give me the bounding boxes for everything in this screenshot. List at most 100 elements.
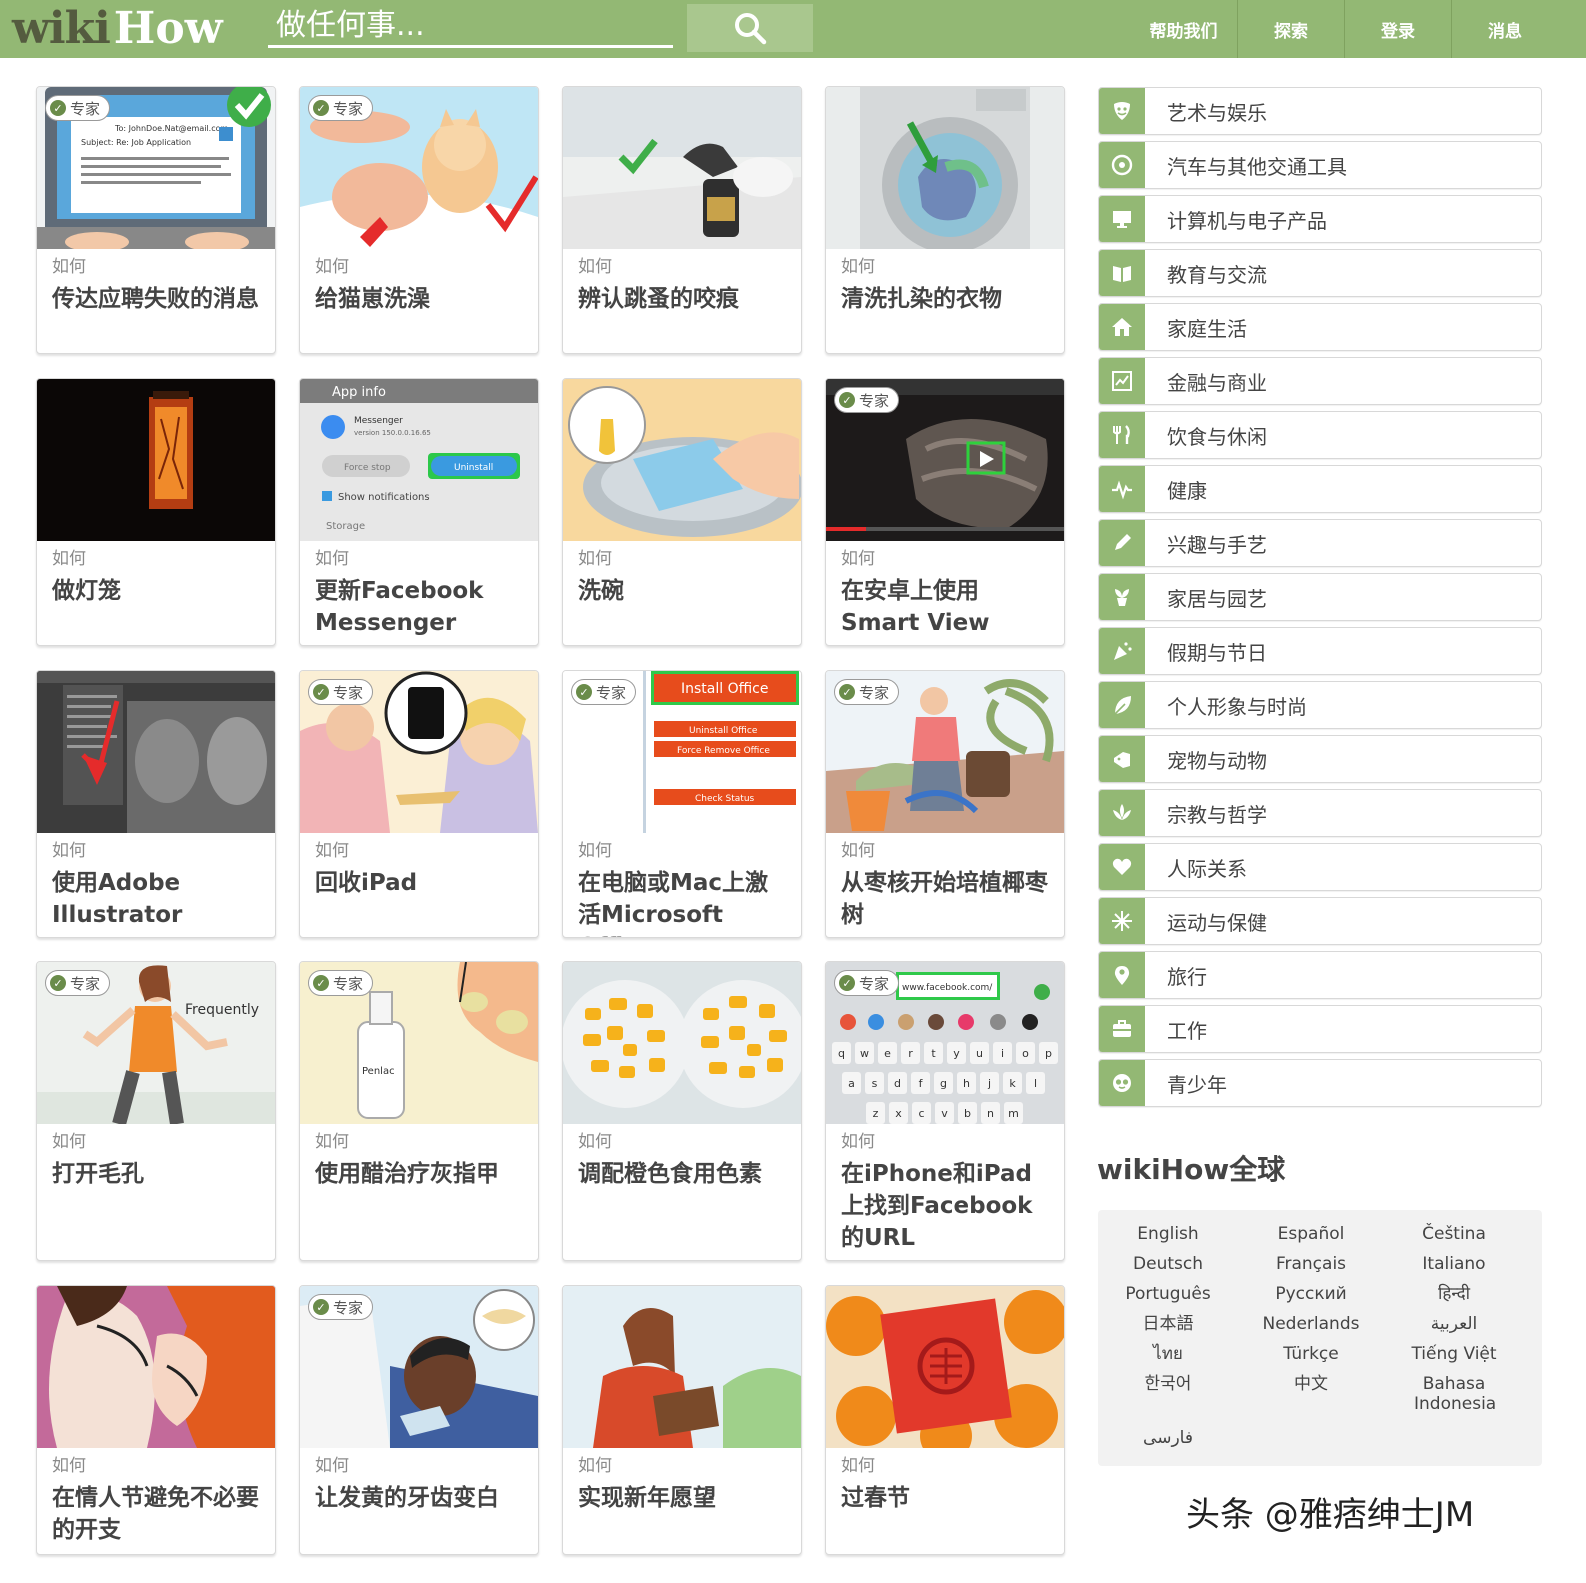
language-link[interactable]: فارسی (1098, 1428, 1238, 1448)
article-title[interactable]: 在情人节避免不必要的开支 (52, 1482, 263, 1546)
keyboard-key-label: k (1009, 1077, 1016, 1090)
category-item-vehicles[interactable]: 汽车与其他交通工具 (1098, 141, 1542, 189)
language-list: English Español Čeština Deutsch Français… (1098, 1210, 1542, 1466)
article-title[interactable]: 实现新年愿望 (578, 1482, 789, 1514)
nav-login[interactable]: 登录 (1344, 0, 1451, 58)
language-link[interactable]: ไทย (1098, 1344, 1238, 1364)
language-link[interactable]: English (1098, 1224, 1238, 1244)
article-card[interactable]: 如何 在情人节避免不必要的开支 (36, 1285, 276, 1555)
category-item-health[interactable]: 健康 (1098, 465, 1542, 513)
language-link[interactable]: Tiếng Việt (1384, 1344, 1524, 1364)
category-item-family[interactable]: 家庭生活 (1098, 303, 1542, 351)
wikihow-logo[interactable]: wiki How (12, 2, 223, 56)
language-link[interactable]: Nederlands (1241, 1314, 1381, 1334)
article-title[interactable]: 辨认跳蚤的咬痕 (578, 283, 789, 315)
article-card[interactable]: To: JohnDoe.Nat@email.com Subject: Re: J… (36, 86, 276, 354)
language-link[interactable]: Español (1241, 1224, 1381, 1244)
language-link[interactable]: العربية (1384, 1314, 1524, 1334)
article-card[interactable]: 如何 调配橙色食用色素 (562, 961, 802, 1261)
category-item-pets[interactable]: 宠物与动物 (1098, 735, 1542, 783)
nav-help-us[interactable]: 帮助我们 (1130, 0, 1237, 58)
category-item-education[interactable]: 教育与交流 (1098, 249, 1542, 297)
article-card[interactable]: App info Messenger version 150.0.0.16.65… (299, 378, 539, 646)
category-item-youth[interactable]: 青少年 (1098, 1059, 1542, 1107)
article-card[interactable]: 如何 洗碗 (562, 378, 802, 646)
frequently-text: Frequently (185, 1002, 259, 1018)
article-card[interactable]: 如何 实现新年愿望 (562, 1285, 802, 1555)
article-title[interactable]: 做灯笼 (52, 575, 263, 607)
chart-icon (1099, 358, 1145, 404)
article-title[interactable]: 在电脑或Mac上激活Microsoft Office (578, 867, 789, 937)
article-card[interactable]: 如何 使用Adobe Illustrator (36, 670, 276, 938)
article-title[interactable]: 更新Facebook Messenger (315, 575, 526, 639)
monitor-icon (1099, 196, 1145, 242)
expert-badge: ✓ 专家 (45, 95, 111, 121)
language-link[interactable]: Bahasa Indonesia (1414, 1374, 1496, 1414)
category-item-home-garden[interactable]: 家居与园艺 (1098, 573, 1542, 621)
category-label: 宠物与动物 (1167, 748, 1267, 773)
article-card[interactable]: ✓ 专家 如何 给猫崽洗澡 (299, 86, 539, 354)
article-title[interactable]: 调配橙色食用色素 (578, 1158, 789, 1190)
article-card[interactable]: Frequently ✓ 专家 如何 打开毛孔 (36, 961, 276, 1261)
category-item-arts[interactable]: 艺术与娱乐 (1098, 87, 1542, 135)
language-link[interactable]: 日本語 (1098, 1314, 1238, 1334)
search-button[interactable] (687, 4, 813, 52)
language-link[interactable]: हिन्दी (1384, 1284, 1524, 1304)
category-item-relationships[interactable]: 人际关系 (1098, 843, 1542, 891)
article-thumbnail: ✓ 专家 (300, 1286, 538, 1448)
keyboard-key-label: e (884, 1047, 891, 1060)
article-title[interactable]: 传达应聘失败的消息 (52, 283, 263, 315)
article-card[interactable]: Penlac ✓ 专家 如何 使用醋治疗灰指甲 (299, 961, 539, 1261)
article-card[interactable]: 如何 清洗扎染的衣物 (825, 86, 1065, 354)
nav-messages[interactable]: 消息 (1451, 0, 1558, 58)
article-thumbnail: ✓ 专家 (826, 379, 1064, 541)
article-title[interactable]: 洗碗 (578, 575, 789, 607)
language-link[interactable]: Русский (1241, 1284, 1381, 1304)
article-title[interactable]: 给猫崽洗澡 (315, 283, 526, 315)
article-card[interactable]: Install Office Uninstall Office Force Re… (562, 670, 802, 938)
article-thumbnail (826, 87, 1064, 249)
language-link[interactable]: Français (1241, 1254, 1381, 1274)
category-label: 艺术与娱乐 (1167, 100, 1267, 125)
keyboard-key-label: p (1045, 1047, 1052, 1060)
article-title[interactable]: 在安卓上使用Smart View (841, 575, 1052, 639)
category-item-religion[interactable]: 宗教与哲学 (1098, 789, 1542, 837)
article-card[interactable]: 如何 做灯笼 (36, 378, 276, 646)
article-title[interactable]: 让发黄的牙齿变白 (315, 1482, 526, 1514)
language-link[interactable]: 한국어 (1098, 1374, 1238, 1394)
category-item-finance[interactable]: 金融与商业 (1098, 357, 1542, 405)
article-title[interactable]: 使用醋治疗灰指甲 (315, 1158, 526, 1190)
article-title[interactable]: 过春节 (841, 1482, 1052, 1514)
article-title[interactable]: 清洗扎染的衣物 (841, 283, 1052, 315)
category-item-hobbies[interactable]: 兴趣与手艺 (1098, 519, 1542, 567)
article-card[interactable]: www.facebook.com/ qwertyuiop asdfghjkl z… (825, 961, 1065, 1261)
nav-explore[interactable]: 探索 (1237, 0, 1344, 58)
article-title[interactable]: 打开毛孔 (52, 1158, 263, 1190)
category-item-food[interactable]: 饮食与休闲 (1098, 411, 1542, 459)
language-link[interactable]: Português (1098, 1284, 1238, 1304)
category-item-fashion[interactable]: 个人形象与时尚 (1098, 681, 1542, 729)
language-link[interactable]: Deutsch (1098, 1254, 1238, 1274)
article-title[interactable]: 回收iPad (315, 867, 526, 899)
language-link[interactable]: 中文 (1241, 1374, 1381, 1394)
category-item-sports[interactable]: 运动与保健 (1098, 897, 1542, 945)
article-card[interactable]: 如何 辨认跳蚤的咬痕 (562, 86, 802, 354)
article-card[interactable]: ✓ 专家 如何 回收iPad (299, 670, 539, 938)
language-link[interactable]: Italiano (1384, 1254, 1524, 1274)
search-input[interactable] (268, 6, 673, 48)
category-item-holidays[interactable]: 假期与节日 (1098, 627, 1542, 675)
article-title[interactable]: 使用Adobe Illustrator (52, 867, 263, 931)
keyboard-key-label: n (987, 1107, 994, 1120)
language-link[interactable]: Türkçe (1241, 1344, 1381, 1364)
category-item-computers[interactable]: 计算机与电子产品 (1098, 195, 1542, 243)
article-card[interactable]: 如何 过春节 (825, 1285, 1065, 1555)
keyboard-key-label: o (1022, 1047, 1029, 1060)
language-link[interactable]: Čeština (1384, 1224, 1524, 1244)
article-title[interactable]: 从枣核开始培植椰枣树 (841, 867, 1052, 931)
article-card[interactable]: ✓ 专家 如何 从枣核开始培植椰枣树 (825, 670, 1065, 938)
article-card[interactable]: ✓ 专家 如何 让发黄的牙齿变白 (299, 1285, 539, 1555)
article-title[interactable]: 在iPhone和iPad上找到Facebook的URL (841, 1158, 1052, 1254)
article-card[interactable]: ✓ 专家 如何 在安卓上使用Smart View (825, 378, 1065, 646)
category-item-travel[interactable]: 旅行 (1098, 951, 1542, 999)
category-item-work[interactable]: 工作 (1098, 1005, 1542, 1053)
